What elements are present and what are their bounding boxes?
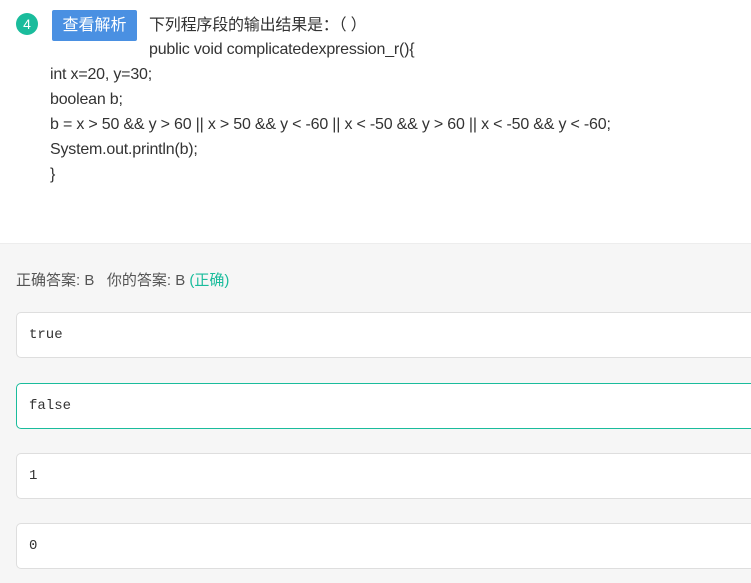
correct-answer-value: B	[84, 272, 95, 289]
option-b-text: false	[29, 398, 72, 414]
option-a[interactable]: true	[16, 312, 751, 358]
code-line-4: b = x > 50 && y > 60 || x > 50 && y < -6…	[50, 116, 611, 133]
code-line-2: int x=20, y=30;	[50, 66, 152, 83]
code-line-1: public void complicatedexpression_r(){	[149, 41, 415, 58]
answer-status: (正确)	[189, 272, 230, 289]
option-a-text: true	[29, 327, 63, 343]
view-analysis-button[interactable]: 查看解析	[52, 10, 137, 41]
code-line-5: System.out.println(b);	[50, 141, 198, 158]
option-c[interactable]: 1	[16, 453, 751, 499]
option-d-text: 0	[29, 538, 38, 554]
question-panel: 4 查看解析 下列程序段的输出结果是：（ ） public void compl…	[0, 0, 751, 242]
code-line-3: boolean b;	[50, 91, 123, 108]
answer-summary: 正确答案: B 你的答案: B (正确)	[16, 269, 229, 290]
option-c-text: 1	[29, 468, 38, 484]
your-answer-label: 你的答案:	[106, 272, 176, 289]
code-line-6: }	[50, 166, 56, 183]
option-d[interactable]: 0	[16, 523, 751, 569]
question-number-badge: 4	[16, 13, 38, 35]
your-answer-value: B	[175, 272, 186, 289]
question-prompt: 下列程序段的输出结果是：（ ）	[149, 17, 367, 34]
answer-area: 正确答案: B 你的答案: B (正确) true false 1 0	[0, 243, 751, 583]
correct-answer-label: 正确答案:	[16, 272, 85, 289]
option-b[interactable]: false	[16, 383, 751, 429]
